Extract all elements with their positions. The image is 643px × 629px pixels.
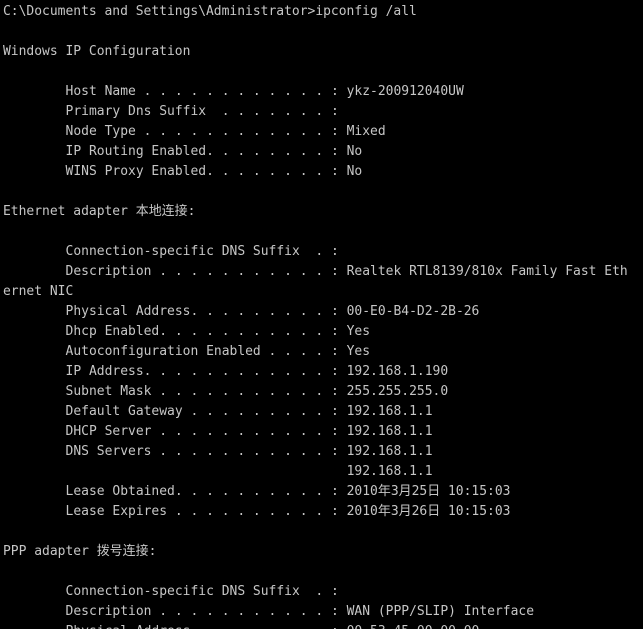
console-line: Primary Dns Suffix . . . . . . . : <box>65 104 339 119</box>
console-line: Node Type . . . . . . . . . . . . : Mixe… <box>65 124 386 139</box>
console-output-area[interactable]: C:\Documents and Settings\Administrator>… <box>0 0 643 629</box>
console-line: Windows IP Configuration <box>3 44 191 59</box>
console-line: Host Name . . . . . . . . . . . . : ykz-… <box>65 84 464 99</box>
console-line: C:\Documents and Settings\Administrator>… <box>3 4 417 19</box>
console-line: Lease Obtained. . . . . . . . . . : 2010… <box>65 484 511 499</box>
console-line: DNS Servers . . . . . . . . . . . : 192.… <box>65 444 433 459</box>
console-line: Physical Address. . . . . . . . . : 00-5… <box>66 622 480 629</box>
console-line: ernet NIC <box>3 284 74 299</box>
console-line: Description . . . . . . . . . . . : WAN … <box>65 604 535 619</box>
console-line: Subnet Mask . . . . . . . . . . . : 255.… <box>65 384 449 399</box>
console-line: IP Address. . . . . . . . . . . . : 192.… <box>65 364 449 379</box>
console-line: Lease Expires . . . . . . . . . . : 2010… <box>65 504 511 519</box>
console-line: PPP adapter 拨号连接: <box>3 544 157 559</box>
console-line: Dhcp Enabled. . . . . . . . . . . : Yes <box>65 324 371 339</box>
console-line: Autoconfiguration Enabled . . . . : Yes <box>65 344 371 359</box>
console-line: Connection-specific DNS Suffix . : <box>65 584 339 599</box>
console-line: Physical Address. . . . . . . . . : 00-E… <box>65 304 480 319</box>
console-line: IP Routing Enabled. . . . . . . . : No <box>65 144 363 159</box>
console-line: Ethernet adapter 本地连接: <box>3 204 196 219</box>
console-line: WINS Proxy Enabled. . . . . . . . : No <box>65 164 363 179</box>
console-line: Default Gateway . . . . . . . . . : 192.… <box>65 404 433 419</box>
console-line: Description . . . . . . . . . . . : Real… <box>65 264 628 279</box>
console-line: DHCP Server . . . . . . . . . . . : 192.… <box>65 424 433 439</box>
console-line: 192.168.1.1 <box>65 464 433 479</box>
console-line: Connection-specific DNS Suffix . : <box>65 244 339 259</box>
